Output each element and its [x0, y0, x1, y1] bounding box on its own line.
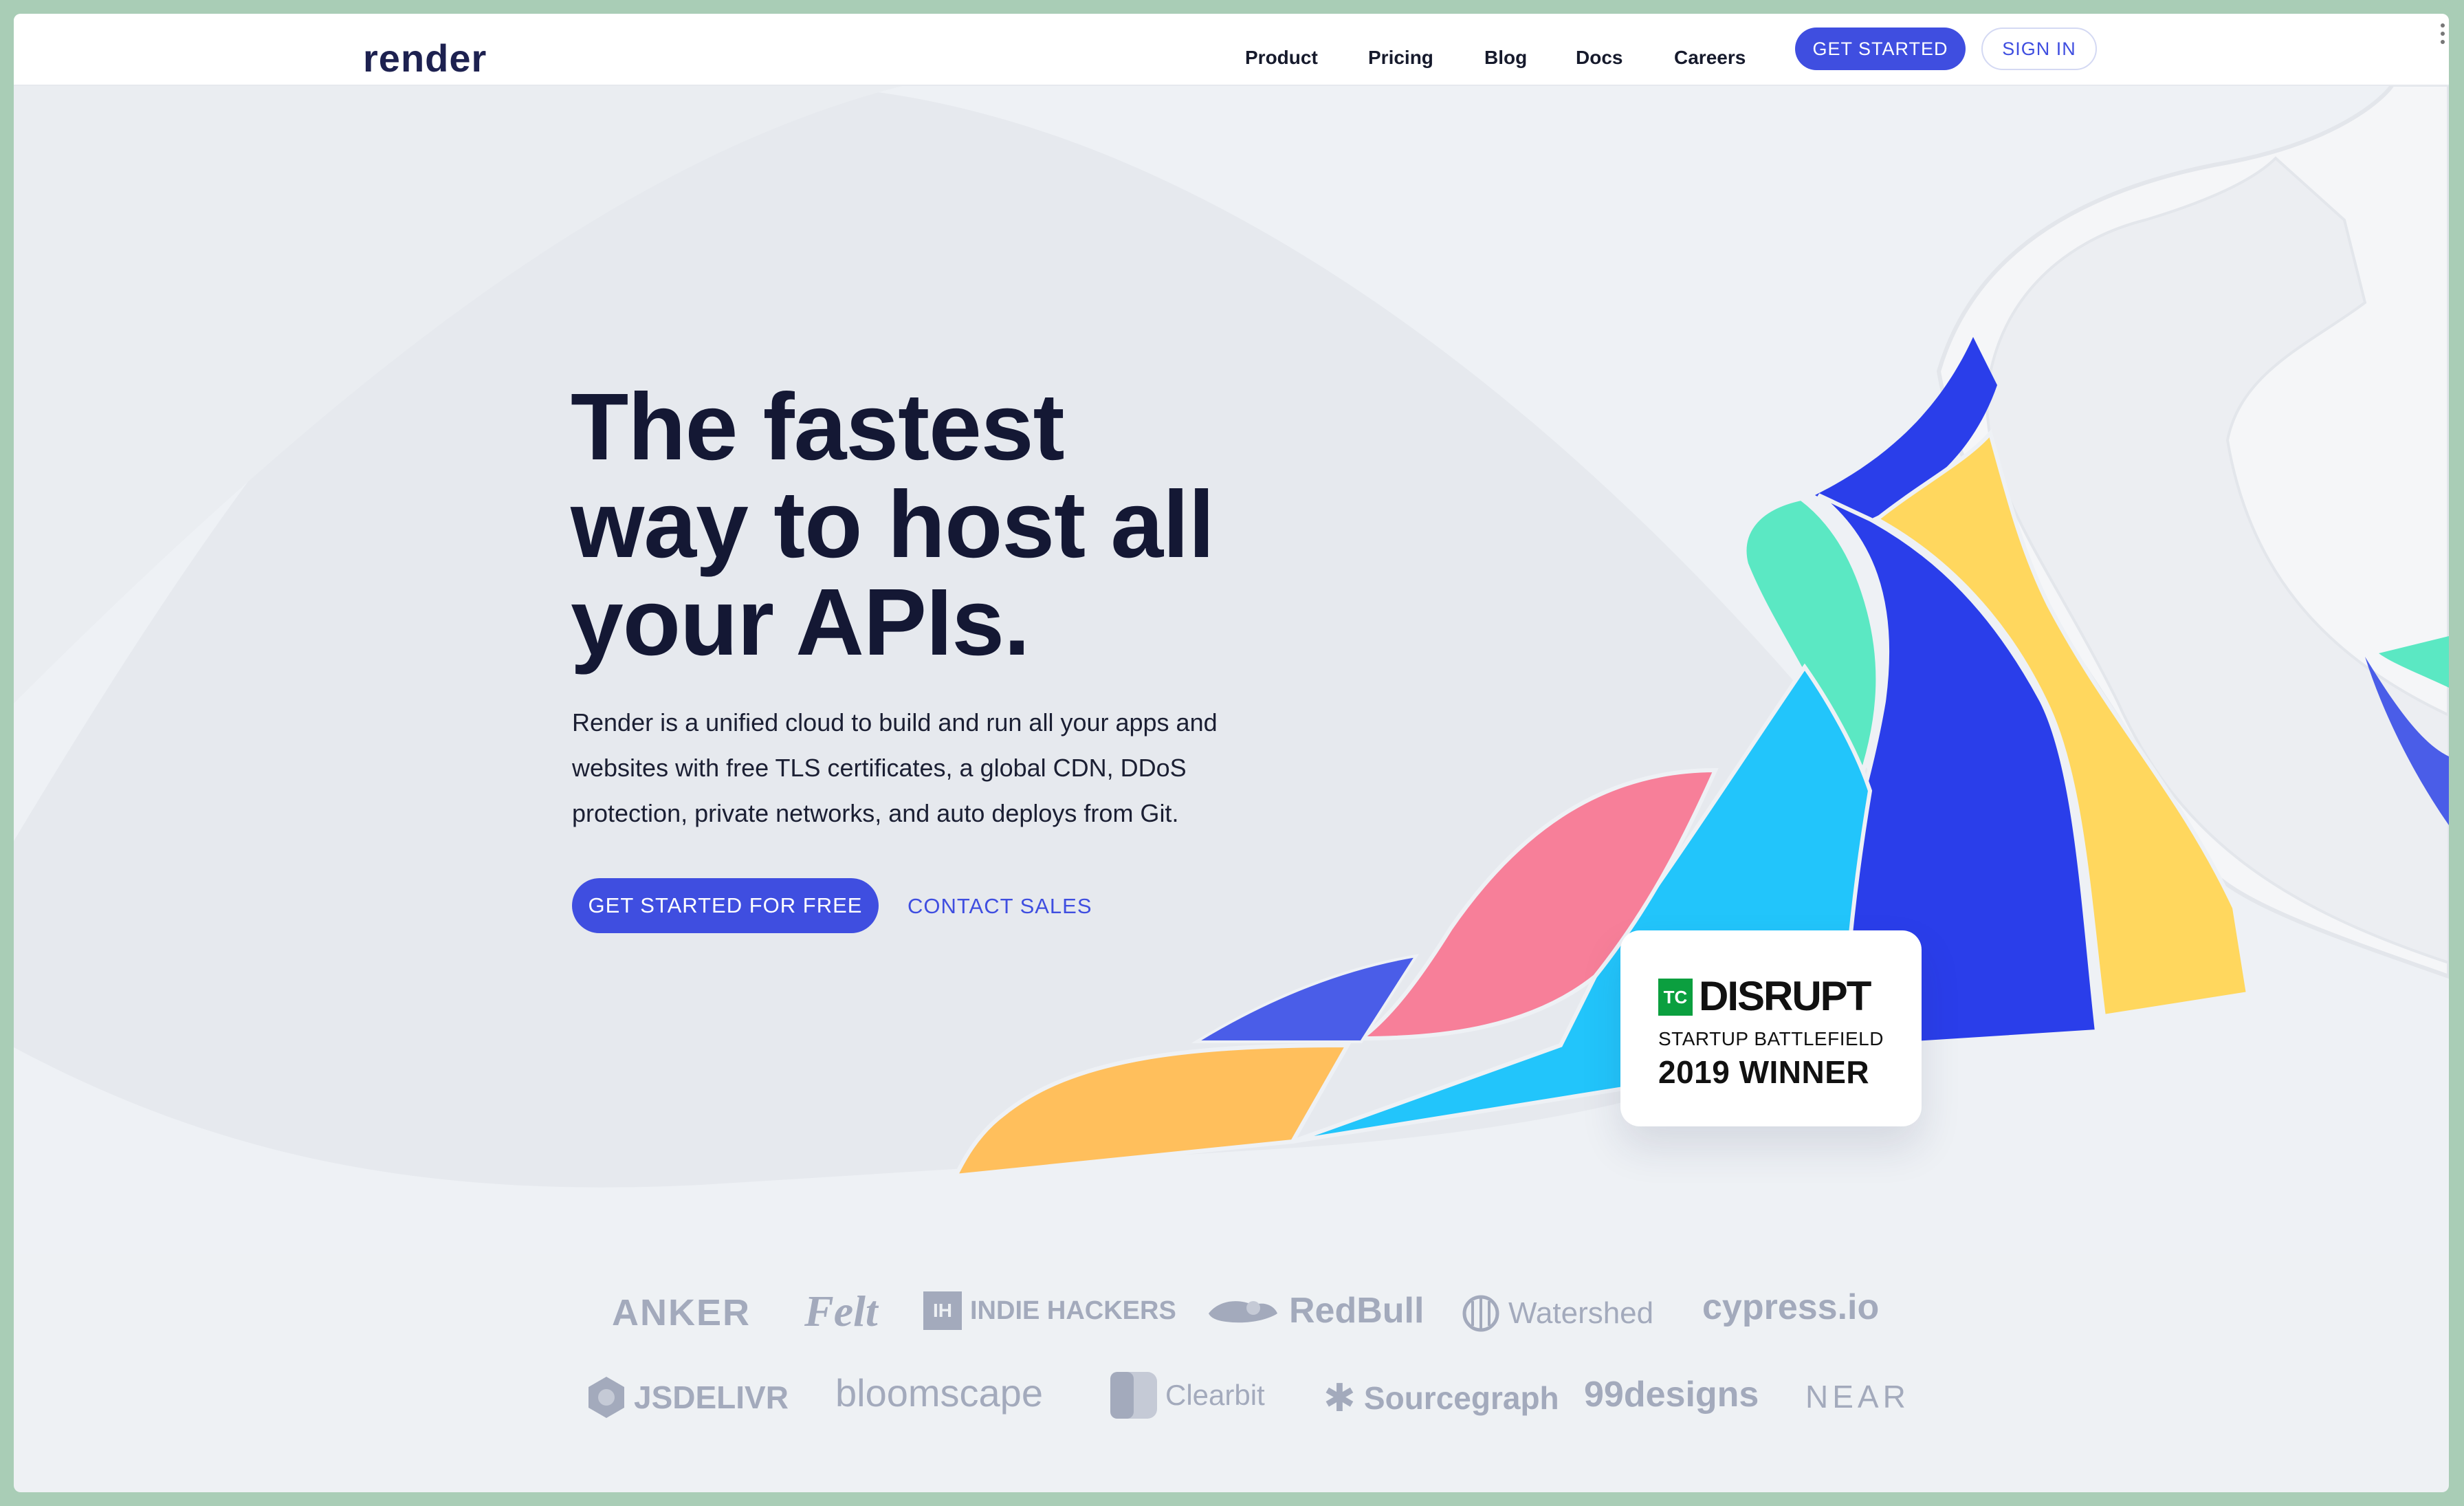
headline-line-2: way to host all — [571, 472, 1215, 578]
sign-in-button[interactable]: SIGN IN — [1981, 28, 2097, 70]
logo-indie-hackers-text: INDIE HACKERS — [970, 1296, 1176, 1325]
nav-pricing[interactable]: Pricing — [1368, 48, 1433, 67]
logo-anker-text: ANKER — [612, 1292, 751, 1333]
render-logo[interactable]: render — [363, 36, 487, 80]
logo-bloomscape-text: bloomscape — [835, 1371, 1043, 1415]
hexagon-icon — [588, 1377, 624, 1418]
nav-blog[interactable]: Blog — [1484, 48, 1527, 67]
logo-anker: ANKER — [612, 1294, 751, 1331]
logo-near: NEAR — [1805, 1381, 1910, 1412]
logo-jsdelivr: JSDELIVR — [587, 1375, 789, 1419]
globe-icon — [1462, 1295, 1499, 1332]
bull-icon — [1209, 1301, 1277, 1323]
get-started-free-button[interactable]: GET STARTED FOR FREE — [572, 878, 879, 933]
disrupt-subtitle: STARTUP BATTLEFIELD — [1658, 1028, 1884, 1049]
indie-hackers-icon: IH — [923, 1291, 962, 1330]
nav-careers[interactable]: Careers — [1674, 48, 1746, 67]
logo-redbull: RedBull — [1205, 1293, 1424, 1329]
more-icon — [2441, 23, 2445, 44]
logo-clearbit: Clearbit — [1110, 1372, 1265, 1419]
contact-sales-link[interactable]: CONTACT SALES — [908, 893, 1092, 920]
clearbit-icon — [1110, 1372, 1157, 1419]
logo-bloomscape: bloomscape — [835, 1374, 1043, 1412]
asterisk-icon: ✱ — [1323, 1376, 1356, 1419]
hero-description: Render is a unified cloud to build and r… — [572, 708, 1218, 827]
browser-viewport: render Product Pricing Blog Docs Careers… — [14, 14, 2449, 1492]
disrupt-winner: 2019 WINNER — [1658, 1054, 1870, 1090]
logo-sourcegraph: ✱ Sourcegraph — [1323, 1379, 1559, 1417]
logo-99designs: 99designs — [1584, 1377, 1759, 1412]
logo-cypress: cypress.io — [1702, 1289, 1879, 1325]
techcrunch-logo-icon: TC — [1658, 979, 1693, 1016]
logo-felt: Felt — [804, 1289, 878, 1333]
logo-clearbit-text: Clearbit — [1165, 1379, 1265, 1411]
logo-watershed-text: Watershed — [1508, 1296, 1654, 1330]
logo-watershed: Watershed — [1462, 1294, 1653, 1333]
logo-sourcegraph-text: Sourcegraph — [1363, 1380, 1559, 1416]
nav-product[interactable]: Product — [1245, 48, 1318, 67]
disrupt-title: DISRUPT — [1699, 973, 1871, 1019]
hero-headline: The fastest way to host all your APIs. — [571, 378, 1327, 671]
disrupt-award-badge: TC DISRUPT STARTUP BATTLEFIELD 2019 WINN… — [1620, 930, 1922, 1126]
headline-line-1: The fastest — [571, 374, 1065, 480]
logo-felt-text: Felt — [804, 1287, 878, 1335]
headline-line-3: your APIs. — [571, 569, 1030, 675]
top-navigation: render Product Pricing Blog Docs Careers… — [14, 14, 2449, 86]
logo-indie-hackers: IH INDIE HACKERS — [923, 1291, 1176, 1330]
logo-redbull-text: RedBull — [1289, 1291, 1424, 1331]
logo-cypress-text: cypress.io — [1702, 1287, 1880, 1327]
logo-near-text: NEAR — [1805, 1379, 1910, 1415]
get-started-button[interactable]: GET STARTED — [1795, 28, 1966, 70]
nav-docs[interactable]: Docs — [1576, 48, 1622, 67]
logo-jsdelivr-text: JSDELIVR — [634, 1379, 789, 1415]
logo-99designs-text: 99designs — [1584, 1375, 1759, 1415]
